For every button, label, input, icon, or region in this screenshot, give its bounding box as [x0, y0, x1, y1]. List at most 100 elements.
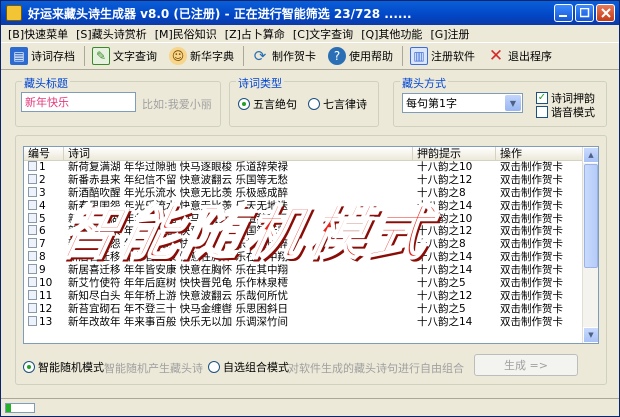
help-label: 使用帮助 [349, 50, 393, 63]
register-button[interactable]: ▥ 注册软件 [405, 44, 480, 68]
text-search-label: 文字查询 [113, 50, 157, 63]
document-icon [28, 238, 37, 249]
document-icon [28, 212, 37, 223]
row-action[interactable]: 双击制作贺卡 [496, 174, 584, 187]
row-number: 2 [24, 173, 64, 187]
row-number-text: 2 [39, 173, 46, 186]
row-poem: 新知尽白头 年年桥上游 快意波翻云 乐哉何所忧 [68, 289, 289, 302]
document-icon [28, 173, 37, 184]
document-icon [28, 264, 37, 275]
row-rhyme: 十八韵之5 [417, 277, 466, 290]
document-icon [28, 225, 37, 236]
status-bar [1, 398, 619, 416]
smart-mode-desc: 智能随机产生藏头诗 [104, 362, 203, 375]
radio-smart-mode[interactable]: 智能随机模式 [23, 359, 104, 375]
row-action[interactable]: 双击制作贺卡 [496, 303, 584, 316]
help-button[interactable]: ? 使用帮助 [323, 44, 398, 68]
exit-label: 退出程序 [508, 50, 552, 63]
table-row[interactable]: 13 新年改故年 年来事百般 快乐无以加 乐调深竹间 十八韵之14 双击制作贺卡 [24, 315, 598, 329]
row-number-text: 5 [39, 212, 46, 225]
row-number-text: 9 [39, 264, 46, 277]
maximize-button[interactable] [575, 4, 594, 22]
row-number: 6 [24, 225, 64, 238]
row-number-text: 1 [39, 161, 46, 173]
radio-seven-char-dot[interactable] [308, 98, 320, 110]
row-action[interactable]: 双击制作贺卡 [496, 316, 584, 329]
scroll-down-icon[interactable]: ▼ [583, 327, 598, 343]
radio-custom-mode[interactable]: 自选组合模式 [208, 359, 289, 375]
row-poem: 新艾竹使符 年年后庭树 快快晋兕龟 乐作林泉樗 [68, 277, 289, 290]
close-button[interactable] [596, 4, 615, 22]
dictionary-icon: ☺ [169, 47, 187, 65]
radio-seven-char[interactable]: 七言律诗 [308, 96, 367, 112]
list-header: 编号 诗词 押韵提示 操作 [24, 147, 598, 161]
table-row[interactable]: 2 新番赤县来 年纪信不留 快意波翻云 乐国等无愁 十八韵之12 双击制作贺卡 [24, 173, 598, 187]
row-rhyme: 十八韵之14 [417, 315, 473, 328]
row-action[interactable]: 双击制作贺卡 [496, 277, 584, 290]
make-card-label: 制作贺卡 [272, 50, 316, 63]
scrollbar-thumb[interactable] [584, 164, 598, 268]
head-mode-select[interactable]: 每句第1字 ▼ [402, 93, 523, 113]
register-icon: ▥ [410, 47, 428, 65]
save-poem-button[interactable]: ▤ 诗词存档 [5, 44, 80, 68]
row-number-text: 10 [39, 277, 53, 290]
row-number-text: 12 [39, 302, 53, 315]
radio-smart-mode-dot[interactable] [23, 361, 35, 373]
document-icon [28, 277, 37, 288]
minimize-button[interactable] [554, 4, 573, 22]
row-number-text: 6 [39, 225, 46, 238]
row-number: 12 [24, 302, 64, 316]
document-icon [28, 161, 37, 171]
menu-divination[interactable]: [Z]占卜算命 [221, 26, 289, 42]
poem-type-group-label: 诗词类型 [236, 75, 284, 91]
homophone-checkbox[interactable]: 谐音模式 [536, 104, 595, 120]
row-number-text: 7 [39, 238, 46, 251]
menu-text-search[interactable]: [C]文字查询 [289, 26, 357, 42]
table-row[interactable]: 10 新艾竹使符 年年后庭树 快快晋兕龟 乐作林泉樗 十八韵之5 双击制作贺卡 [24, 277, 598, 290]
document-icon [28, 302, 37, 313]
menu-folklore[interactable]: [M]民俗知识 [151, 26, 221, 42]
row-number: 11 [24, 289, 64, 303]
chevron-down-icon[interactable]: ▼ [505, 95, 521, 111]
menu-bar: [B]快速菜单 [S]藏头诗赏析 [M]民俗知识 [Z]占卜算命 [C]文字查询… [1, 25, 619, 42]
head-title-group-label: 藏头标题 [22, 75, 70, 91]
menu-appreciation[interactable]: [S]藏头诗赏析 [72, 26, 151, 42]
table-row[interactable]: 12 新苔宜砌石 年不登三十 快马金缠辔 乐思困斜日 十八韵之5 双击制作贺卡 [24, 302, 598, 316]
table-row[interactable]: 1 新荷复满湖 年华过隙驰 快马逐眼梭 乐道辞荣禄 十八韵之10 双击制作贺卡 [24, 161, 598, 174]
scroll-up-icon[interactable]: ▲ [583, 147, 598, 163]
header-poem[interactable]: 诗词 [64, 147, 413, 160]
row-action[interactable]: 双击制作贺卡 [496, 290, 584, 303]
radio-custom-mode-dot[interactable] [208, 361, 220, 373]
header-action[interactable]: 操作 [496, 147, 584, 160]
header-rhyme[interactable]: 押韵提示 [413, 147, 496, 160]
menu-register[interactable]: [G]注册 [426, 26, 473, 42]
exit-icon: ✕ [488, 46, 504, 66]
dictionary-button[interactable]: ☺ 新华字典 [164, 44, 239, 68]
menu-quick[interactable]: [B]快速菜单 [4, 26, 72, 42]
text-search-button[interactable]: ✎ 文字查询 [87, 44, 162, 68]
vertical-scrollbar[interactable]: ▲ ▼ [582, 147, 598, 343]
homophone-checkbox-label: 谐音模式 [551, 106, 595, 119]
toolbar-separator [402, 46, 403, 66]
make-card-button[interactable]: ⟳ 制作贺卡 [246, 44, 321, 68]
help-icon: ? [328, 47, 346, 65]
search-icon: ✎ [92, 47, 110, 65]
radio-five-char-dot[interactable] [238, 98, 250, 110]
row-action[interactable]: 双击制作贺卡 [496, 161, 584, 174]
row-poem: 新苔宜砌石 年不登三十 快马金缠辔 乐思困斜日 [68, 302, 289, 315]
radio-seven-char-label: 七言律诗 [323, 98, 367, 111]
table-row[interactable]: 11 新知尽白头 年年桥上游 快意波翻云 乐哉何所忧 十八韵之12 双击制作贺卡 [24, 289, 598, 303]
exit-button[interactable]: ✕ 退出程序 [482, 44, 557, 68]
radio-custom-mode-label: 自选组合模式 [223, 361, 289, 374]
rhyme-checkbox-box[interactable]: ✓ [536, 92, 548, 104]
head-title-input[interactable] [21, 92, 136, 112]
homophone-checkbox-box[interactable] [536, 106, 548, 118]
header-number[interactable]: 编号 [24, 147, 64, 160]
menu-other[interactable]: [Q]其他功能 [357, 26, 426, 42]
radio-five-char[interactable]: 五言绝句 [238, 96, 297, 112]
generate-button[interactable]: 生成 => [474, 354, 578, 376]
row-action[interactable]: 双击制作贺卡 [496, 264, 584, 277]
radio-five-char-label: 五言绝句 [253, 98, 297, 111]
row-number: 13 [24, 315, 64, 329]
head-title-hint: 比如:我爱小丽 [142, 98, 212, 111]
